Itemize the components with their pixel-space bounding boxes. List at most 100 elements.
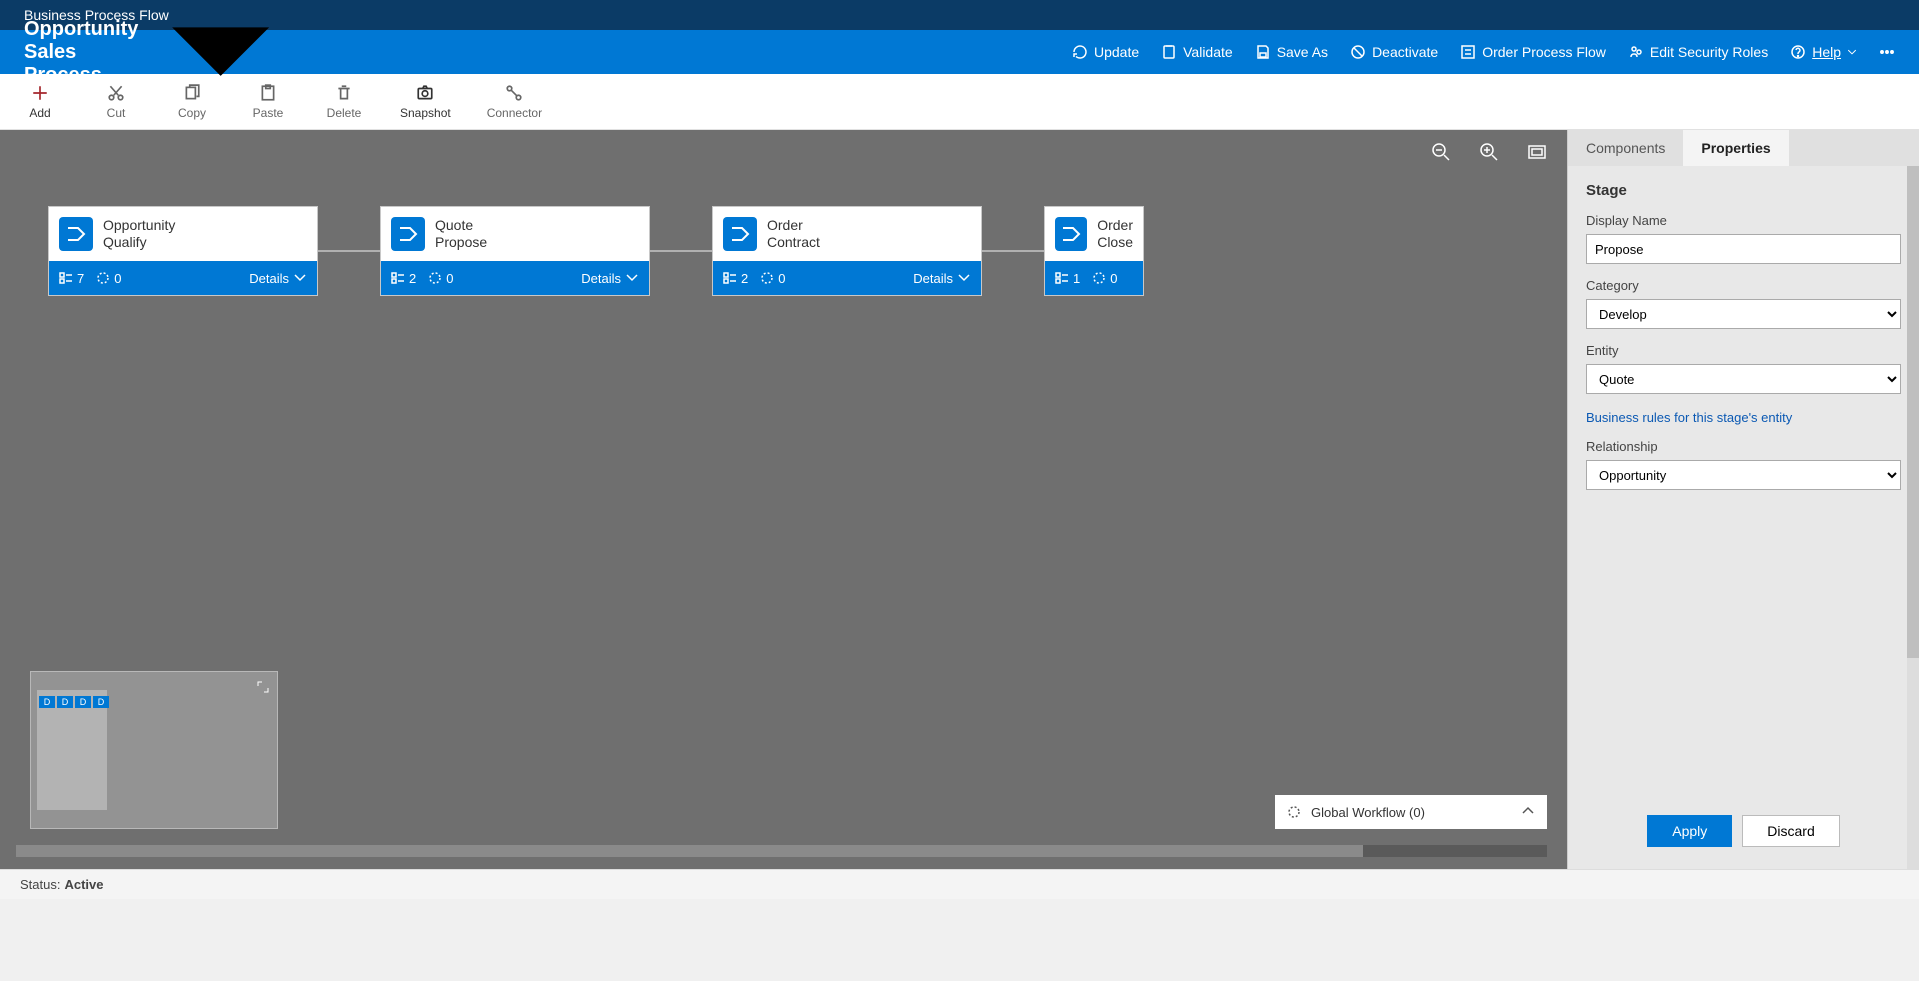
canvas-tools bbox=[1431, 142, 1547, 162]
minimap[interactable]: D D D D bbox=[30, 671, 278, 829]
connector-button[interactable]: Connector bbox=[487, 84, 542, 120]
fit-screen-icon[interactable] bbox=[1527, 142, 1547, 162]
business-rules-link[interactable]: Business rules for this stage's entity bbox=[1586, 410, 1901, 425]
delete-button[interactable]: Delete bbox=[324, 84, 364, 120]
cut-button[interactable]: Cut bbox=[96, 84, 136, 120]
minimap-node: D bbox=[57, 696, 73, 708]
order-icon bbox=[1460, 44, 1476, 60]
deactivate-button[interactable]: Deactivate bbox=[1350, 44, 1438, 60]
chevron-up-icon bbox=[1521, 804, 1535, 818]
cut-icon bbox=[107, 84, 125, 102]
global-workflow-bar[interactable]: Global Workflow (0) bbox=[1275, 795, 1547, 829]
expand-icon[interactable] bbox=[257, 680, 269, 696]
order-process-flow-button[interactable]: Order Process Flow bbox=[1460, 44, 1606, 60]
help-icon bbox=[1790, 44, 1806, 60]
global-workflow-label: Global Workflow (0) bbox=[1311, 805, 1425, 820]
stage-icon bbox=[723, 217, 757, 251]
sub-header: Opportunity Sales Process Update Validat… bbox=[0, 30, 1919, 74]
title-bar: Business Process Flow bbox=[0, 0, 1919, 30]
edit-security-roles-button[interactable]: Edit Security Roles bbox=[1628, 44, 1768, 60]
zoom-out-icon[interactable] bbox=[1431, 142, 1451, 162]
minimap-node: D bbox=[75, 696, 91, 708]
stage-entity: Order bbox=[1097, 217, 1133, 234]
workflow-icon bbox=[428, 271, 442, 285]
flow-name-dropdown[interactable]: Opportunity Sales Process bbox=[24, 0, 286, 117]
save-as-button[interactable]: Save As bbox=[1255, 44, 1328, 60]
refresh-icon bbox=[1072, 44, 1088, 60]
minimap-node: D bbox=[39, 696, 55, 708]
clipboard-icon bbox=[1161, 44, 1177, 60]
stage-icon bbox=[1055, 217, 1087, 251]
relationship-label: Relationship bbox=[1586, 439, 1901, 454]
delete-icon bbox=[335, 84, 353, 102]
stage-name: Close bbox=[1097, 234, 1133, 251]
tab-components[interactable]: Components bbox=[1568, 130, 1683, 166]
stage-propose[interactable]: Quote Propose 2 0 Details bbox=[380, 206, 650, 296]
copy-icon bbox=[183, 84, 201, 102]
stage-icon bbox=[391, 217, 425, 251]
workflow-icon bbox=[96, 271, 110, 285]
steps-icon bbox=[391, 271, 405, 285]
stage-contract[interactable]: Order Contract 2 0 Details bbox=[712, 206, 982, 296]
camera-icon bbox=[416, 84, 434, 102]
connector bbox=[982, 250, 1044, 252]
entity-label: Entity bbox=[1586, 343, 1901, 358]
connector bbox=[318, 250, 380, 252]
steps-icon bbox=[59, 271, 73, 285]
connector-icon bbox=[505, 84, 523, 102]
stage-name: Qualify bbox=[103, 234, 175, 251]
more-button[interactable] bbox=[1879, 44, 1895, 60]
chevron-down-icon bbox=[625, 271, 639, 285]
chevron-down-icon bbox=[293, 271, 307, 285]
update-button[interactable]: Update bbox=[1072, 44, 1139, 60]
paste-button[interactable]: Paste bbox=[248, 84, 288, 120]
stage-qualify[interactable]: Opportunity Qualify 7 0 Details bbox=[48, 206, 318, 296]
tab-properties[interactable]: Properties bbox=[1683, 130, 1788, 166]
workflow-icon bbox=[1287, 805, 1301, 819]
vertical-scrollbar[interactable] bbox=[1907, 166, 1919, 869]
panel-tabs: Components Properties bbox=[1568, 130, 1919, 166]
status-label: Status: bbox=[20, 877, 60, 892]
copy-button[interactable]: Copy bbox=[172, 84, 212, 120]
properties-panel: Components Properties Stage Display Name… bbox=[1567, 130, 1919, 869]
details-toggle[interactable]: Details bbox=[249, 271, 307, 286]
details-toggle[interactable]: Details bbox=[913, 271, 971, 286]
horizontal-scrollbar[interactable] bbox=[16, 845, 1547, 857]
stage-name: Contract bbox=[767, 234, 820, 251]
status-value: Active bbox=[64, 877, 103, 892]
more-icon bbox=[1879, 44, 1895, 60]
relationship-select[interactable]: Opportunity bbox=[1586, 460, 1901, 490]
add-button[interactable]: Add bbox=[20, 84, 60, 120]
save-icon bbox=[1255, 44, 1271, 60]
paste-icon bbox=[259, 84, 277, 102]
chevron-down-icon bbox=[1847, 47, 1857, 57]
discard-button[interactable]: Discard bbox=[1742, 815, 1839, 847]
validate-button[interactable]: Validate bbox=[1161, 44, 1233, 60]
toolbar: Add Cut Copy Paste Delete Snapshot Conne… bbox=[0, 74, 1919, 130]
header-actions: Update Validate Save As Deactivate Order… bbox=[1072, 44, 1895, 60]
connector bbox=[650, 250, 712, 252]
stage-close[interactable]: Order Close 1 0 bbox=[1044, 206, 1144, 296]
zoom-in-icon[interactable] bbox=[1479, 142, 1499, 162]
workflow-icon bbox=[760, 271, 774, 285]
security-icon bbox=[1628, 44, 1644, 60]
display-name-input[interactable] bbox=[1586, 234, 1901, 264]
apply-button[interactable]: Apply bbox=[1647, 815, 1732, 847]
category-select[interactable]: Develop bbox=[1586, 299, 1901, 329]
workflow-icon bbox=[1092, 271, 1106, 285]
stage-name: Propose bbox=[435, 234, 487, 251]
chevron-down-icon bbox=[957, 271, 971, 285]
stages-row: Opportunity Qualify 7 0 Details Quote bbox=[48, 206, 1551, 296]
details-toggle[interactable]: Details bbox=[581, 271, 639, 286]
steps-icon bbox=[1055, 271, 1069, 285]
entity-select[interactable]: Quote bbox=[1586, 364, 1901, 394]
section-title: Stage bbox=[1586, 182, 1901, 199]
snapshot-button[interactable]: Snapshot bbox=[400, 84, 451, 120]
help-button[interactable]: Help bbox=[1790, 44, 1857, 60]
display-name-label: Display Name bbox=[1586, 213, 1901, 228]
minimap-node: D bbox=[93, 696, 109, 708]
status-bar: Status: Active bbox=[0, 869, 1919, 899]
deactivate-icon bbox=[1350, 44, 1366, 60]
plus-icon bbox=[31, 84, 49, 102]
canvas[interactable]: Opportunity Qualify 7 0 Details Quote bbox=[0, 130, 1567, 869]
